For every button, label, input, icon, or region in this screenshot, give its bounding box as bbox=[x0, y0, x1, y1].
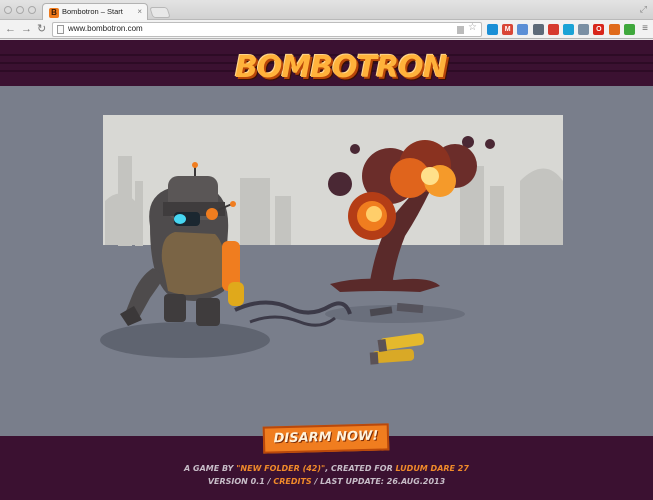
credits-text-a-game-by: A GAME BY bbox=[184, 464, 237, 473]
dynamite-sticks bbox=[369, 333, 425, 365]
tab-bombotron[interactable]: B Bombotron – Start × bbox=[42, 3, 148, 21]
bookmark-star-icon[interactable]: ☆ bbox=[468, 22, 477, 33]
forward-button[interactable]: → bbox=[21, 22, 32, 36]
version-text: VERSION 0.1 / bbox=[207, 477, 274, 486]
circle-extension-icon[interactable] bbox=[608, 24, 620, 35]
browser-tabstrip: B Bombotron – Start × ⤢ bbox=[0, 0, 653, 21]
minimize-window-button[interactable] bbox=[16, 6, 24, 14]
tab-title: Bombotron – Start bbox=[62, 7, 123, 16]
gmail-icon[interactable]: M bbox=[502, 24, 514, 35]
site-footer: DISARM NOW! A GAME BY "NEW FOLDER (42)",… bbox=[0, 423, 653, 500]
browser-toolbar: ← → ↻ www.bombotron.com ☆ M O ≡ bbox=[0, 20, 653, 39]
cloud-extension-icon[interactable] bbox=[517, 24, 529, 35]
site-header: BOMBOTRON bbox=[0, 40, 653, 86]
game-scene-illustration bbox=[100, 115, 563, 365]
clipboard-extension-icon[interactable] bbox=[532, 24, 544, 35]
team-link[interactable]: "NEW FOLDER (42)" bbox=[236, 464, 325, 473]
credits-text-created-for: , CREATED FOR bbox=[325, 464, 396, 473]
calendar-extension-icon[interactable] bbox=[547, 24, 559, 35]
disarm-now-button[interactable]: DISARM NOW! bbox=[262, 423, 390, 454]
last-update-text: / LAST UPDATE: 26.AUG.2013 bbox=[311, 477, 446, 486]
tab-close-icon[interactable]: × bbox=[137, 7, 142, 16]
link-extension-icon[interactable] bbox=[578, 24, 590, 35]
credits-line-1: A GAME BY "NEW FOLDER (42)", CREATED FOR… bbox=[0, 464, 653, 474]
page-content: BOMBOTRON DISARM NOW! A GAME BY "NEW FOL… bbox=[0, 40, 653, 500]
page-action-icon[interactable] bbox=[457, 26, 464, 34]
fullscreen-icon[interactable]: ⤢ bbox=[640, 4, 647, 15]
evernote-extension-icon[interactable] bbox=[623, 24, 635, 35]
robot-shadow bbox=[100, 322, 270, 358]
url-text[interactable]: www.bombotron.com bbox=[68, 24, 143, 33]
credits-line-2: VERSION 0.1 / CREDITS / LAST UPDATE: 26.… bbox=[0, 477, 653, 487]
zoom-window-button[interactable] bbox=[28, 6, 36, 14]
bombotron-logo[interactable]: BOMBOTRON bbox=[235, 52, 448, 84]
chrome-menu-icon[interactable]: ≡ bbox=[642, 23, 648, 34]
page-icon bbox=[57, 25, 64, 34]
bombotron-favicon-icon: B bbox=[49, 8, 59, 18]
extension-blue-icon[interactable] bbox=[487, 24, 498, 35]
new-tab-button[interactable] bbox=[149, 7, 171, 18]
close-window-button[interactable] bbox=[4, 6, 12, 14]
opera-extension-icon[interactable]: O bbox=[593, 24, 605, 35]
feather-extension-icon[interactable] bbox=[563, 24, 574, 35]
address-bar[interactable]: www.bombotron.com ☆ bbox=[52, 22, 482, 37]
credits-link[interactable]: CREDITS bbox=[273, 477, 311, 486]
ludum-dare-link[interactable]: LUDUM DARE 27 bbox=[396, 464, 469, 473]
back-button[interactable]: ← bbox=[5, 22, 16, 36]
reload-button[interactable]: ↻ bbox=[37, 22, 46, 36]
